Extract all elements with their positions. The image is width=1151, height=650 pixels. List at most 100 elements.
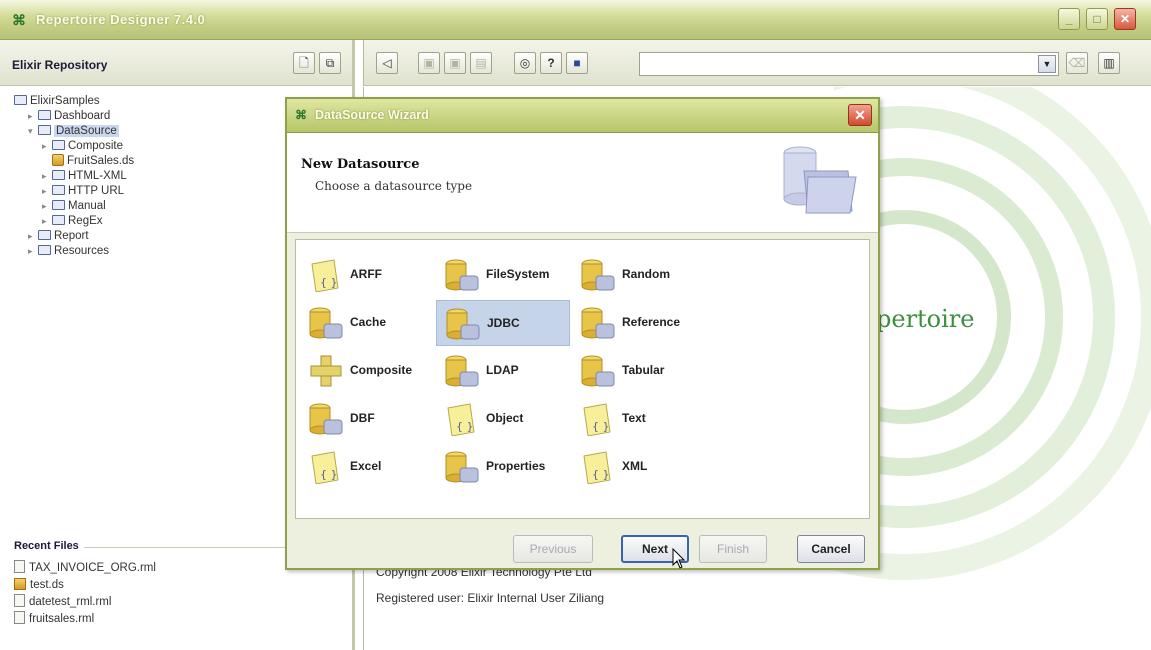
svg-text:{ }: { }	[320, 468, 338, 481]
tree-node[interactable]: ▸ Resources	[14, 244, 134, 259]
recent-file-label: TAX_INVOICE_ORG.rml	[29, 562, 156, 574]
tree-node-label: Manual	[68, 200, 106, 212]
datasource-option-random[interactable]: Random	[572, 252, 706, 298]
tree-node[interactable]: FruitSales.ds	[14, 154, 134, 169]
save-icon: ▣	[423, 56, 435, 70]
tree-node-label: Dashboard	[54, 110, 111, 122]
help-icon: ?	[547, 56, 555, 70]
maximize-button[interactable]: □	[1086, 8, 1108, 30]
document-icon	[14, 611, 25, 624]
layout-icon: ▥	[1103, 56, 1115, 70]
help-button[interactable]: ?	[540, 52, 562, 74]
save-as-icon: ▣	[449, 56, 461, 70]
svg-text:{ }: { }	[592, 420, 610, 433]
recent-file-item[interactable]: test.ds	[14, 577, 339, 594]
filesystem-icon	[444, 258, 480, 292]
tree-toggle-icon[interactable]: ▸	[42, 139, 52, 154]
console-icon: ■	[573, 56, 581, 70]
tree-node[interactable]: ▾ DataSource	[14, 124, 134, 139]
chevron-down-icon[interactable]: ▼	[1038, 55, 1056, 73]
tree-node[interactable]: ▸ Composite	[14, 139, 134, 154]
datasource-option-jdbc[interactable]: JDBC	[436, 300, 570, 346]
jdbc-icon	[445, 307, 481, 341]
datasource-option-tabular[interactable]: Tabular	[572, 348, 706, 394]
save-button[interactable]: ▣	[418, 52, 440, 74]
datasource-option-label: LDAP	[486, 363, 519, 377]
tree-toggle-icon[interactable]: ▸	[42, 199, 52, 214]
dbf-icon	[308, 402, 344, 436]
location-combo[interactable]: ▼	[639, 52, 1059, 76]
datasource-option-properties[interactable]: Properties	[436, 444, 570, 490]
svg-text:{ }: { }	[320, 276, 338, 289]
datasource-option-filesystem[interactable]: FileSystem	[436, 252, 570, 298]
dialog-subheading: Choose a datasource type	[315, 179, 473, 193]
close-window-button[interactable]: ✕	[1114, 8, 1136, 30]
tree-toggle-icon[interactable]: ▸	[42, 184, 52, 199]
folder-icon	[52, 170, 65, 180]
datasource-option-composite[interactable]: Composite	[300, 348, 434, 394]
new-file-button[interactable]: 🗋	[293, 52, 315, 74]
tree-toggle-icon[interactable]: ▸	[28, 244, 38, 259]
clear-button[interactable]: ⌫	[1066, 52, 1088, 74]
datasource-option-label: Object	[486, 411, 524, 425]
open-folder-button[interactable]: ⧉	[319, 52, 341, 74]
tree-node[interactable]: ▸ Report	[14, 229, 134, 244]
console-button[interactable]: ■	[566, 52, 588, 74]
wizard-icon: ⌘	[295, 108, 307, 122]
save-as-button[interactable]: ▣	[444, 52, 466, 74]
tree-node-label: Resources	[54, 245, 109, 257]
datasource-option-arff[interactable]: { } ARFF	[300, 252, 434, 298]
datasource-option-xml[interactable]: { } XML	[572, 444, 706, 490]
folder-icon	[14, 95, 27, 105]
datasource-option-object[interactable]: { } Object	[436, 396, 570, 442]
cancel-button[interactable]: Cancel	[797, 535, 865, 563]
datasource-option-ldap[interactable]: LDAP	[436, 348, 570, 394]
tree-node[interactable]: ▸ Dashboard	[14, 109, 134, 124]
folder-icon	[52, 200, 65, 210]
datasource-option-dbf[interactable]: DBF	[300, 396, 434, 442]
recent-file-item[interactable]: datetest_rml.rml	[14, 594, 339, 611]
datasource-option-label: XML	[622, 459, 648, 473]
cache-icon	[308, 306, 344, 340]
layout-button[interactable]: ▥	[1098, 52, 1120, 74]
recent-file-item[interactable]: fruitsales.rml	[14, 611, 339, 628]
folder-icon	[52, 185, 65, 195]
datasource-folder-icon	[783, 146, 857, 214]
save-all-button[interactable]: ▤	[470, 52, 492, 74]
title-bar: ⌘ Repertoire Designer 7.4.0 _ □ ✕	[0, 0, 1151, 40]
globe-gear-icon: ◎	[519, 56, 531, 70]
object-icon: { }	[444, 402, 480, 437]
tree-node[interactable]: ▸ HTTP URL	[14, 184, 134, 199]
close-icon: ✕	[854, 107, 866, 123]
tree-toggle-icon[interactable]: ▸	[42, 214, 52, 229]
tree-toggle-icon[interactable]: ▸	[28, 109, 38, 124]
tree-node[interactable]: ▸ HTML-XML	[14, 169, 134, 184]
folder-icon	[38, 245, 51, 255]
recent-file-label: test.ds	[30, 579, 64, 591]
dialog-close-button[interactable]: ✕	[848, 104, 872, 126]
tree-toggle-icon[interactable]: ▸	[42, 169, 52, 184]
tree-toggle-icon[interactable]: ▸	[28, 229, 38, 244]
back-button[interactable]: ◁	[376, 52, 398, 74]
settings-button[interactable]: ◎	[514, 52, 536, 74]
logo-text: pertoire	[876, 305, 975, 333]
minimize-button[interactable]: _	[1058, 8, 1080, 30]
tree-node-label: RegEx	[68, 215, 103, 227]
xml-icon: { }	[580, 450, 616, 485]
datasource-option-reference[interactable]: Reference	[572, 300, 706, 346]
save-all-icon: ▤	[475, 56, 487, 70]
datasource-option-text[interactable]: { } Text	[572, 396, 706, 442]
tree-node[interactable]: ▸ RegEx	[14, 214, 134, 229]
finish-button[interactable]: Finish	[699, 535, 767, 563]
folder-icon	[52, 140, 65, 150]
previous-button[interactable]: Previous	[513, 535, 593, 563]
tree-node[interactable]: ▸ Manual	[14, 199, 134, 214]
new-file-icon: 🗋	[299, 56, 309, 70]
datasource-option-cache[interactable]: Cache	[300, 300, 434, 346]
datasource-option-excel[interactable]: { } Excel	[300, 444, 434, 490]
svg-text:{ }: { }	[592, 468, 610, 481]
document-icon	[14, 560, 25, 573]
repository-tree: ElixirSamples ▸ Dashboard ▾ DataSource ▸ Compo…	[14, 94, 134, 259]
tree-node[interactable]: ElixirSamples	[14, 94, 134, 109]
tree-toggle-icon[interactable]: ▾	[28, 124, 38, 139]
